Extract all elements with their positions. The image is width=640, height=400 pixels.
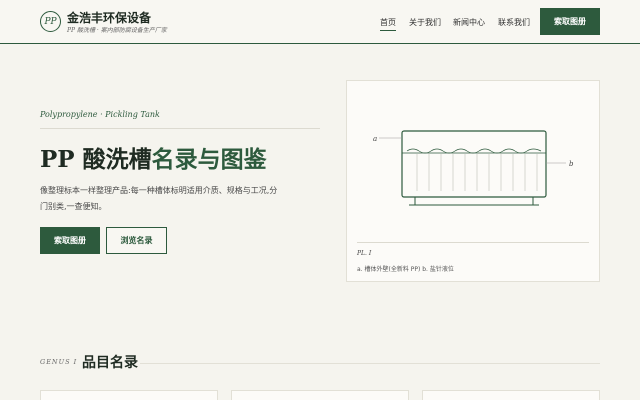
tank-body bbox=[401, 130, 547, 198]
section-kicker: GENUS I bbox=[40, 358, 78, 366]
liquid-wave bbox=[406, 148, 542, 154]
catalog-card-1[interactable] bbox=[40, 390, 218, 400]
nav-item-home[interactable]: 首页 bbox=[380, 17, 396, 31]
figure-caption: a. 槽体外壁(全新料 PP) b. 盐针液位 bbox=[357, 266, 454, 273]
logo-badge[interactable]: PP bbox=[40, 11, 61, 32]
brand-name[interactable]: 金浩丰环保设备 bbox=[67, 9, 151, 26]
hero-eyebrow: Polypropylene · Pickling Tank bbox=[40, 110, 160, 119]
page-title: PP 酸洗槽名录与图鉴 bbox=[40, 140, 267, 174]
catalog-card-2[interactable] bbox=[231, 390, 409, 400]
callout-b: b bbox=[569, 160, 574, 168]
title-accent: 名录与图鉴 bbox=[151, 146, 267, 173]
eyebrow-divider bbox=[40, 128, 320, 129]
section-divider bbox=[140, 363, 600, 364]
plate-label: PL. I bbox=[357, 250, 372, 257]
nav-item-contact[interactable]: 联系我们 bbox=[498, 17, 530, 28]
tank-ribs bbox=[416, 154, 538, 191]
title-prefix: PP 酸洗槽 bbox=[40, 146, 152, 173]
tank-illustration-card: a b PL. I a. 槽体外壁(全新料 PP) b. 盐针液位 bbox=[346, 80, 600, 282]
callout-a: a bbox=[373, 135, 377, 143]
browse-catalog-button[interactable]: 浏览名录 bbox=[106, 227, 167, 254]
request-brochure-button[interactable]: 索取图册 bbox=[40, 227, 100, 254]
hero-description: 像整理标本一样整理产品:每一种槽体标明适用介质、规格与工况,分门别类,一查便知。 bbox=[40, 186, 278, 211]
nav-item-about[interactable]: 关于我们 bbox=[409, 17, 441, 28]
brand-subtitle: PP 酸洗槽 · 案内部防腐设备生产厂家 bbox=[67, 27, 167, 34]
tank-illustration: a b bbox=[373, 130, 574, 206]
figure-divider bbox=[357, 242, 589, 243]
section-title: 品目名录 bbox=[82, 355, 138, 371]
nav-item-news[interactable]: 新闻中心 bbox=[453, 17, 485, 28]
site-header: PP 金浩丰环保设备 PP 酸洗槽 · 案内部防腐设备生产厂家 首页 关于我们 … bbox=[0, 0, 640, 44]
catalog-card-3[interactable] bbox=[422, 390, 600, 400]
header-brochure-button[interactable]: 索取图册 bbox=[540, 8, 600, 35]
